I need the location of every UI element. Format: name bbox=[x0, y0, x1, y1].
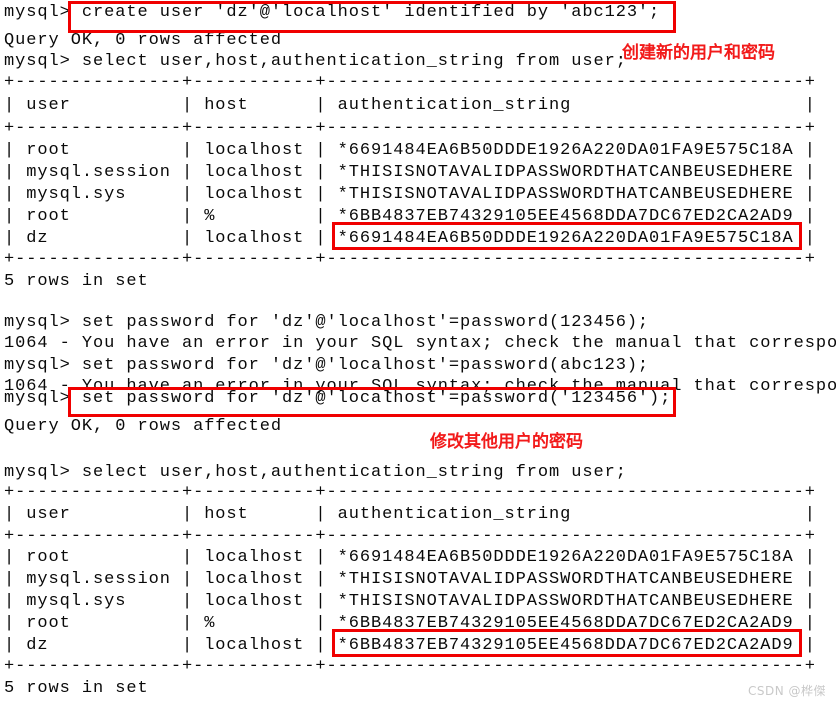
terminal-line: +---------------+-----------+-----------… bbox=[4, 73, 816, 92]
terminal-line: +---------------+-----------+-----------… bbox=[4, 250, 816, 269]
terminal-line: | user | host | authentication_string | bbox=[4, 96, 816, 115]
terminal-line: | root | % | *6BB4837EB74329105EE4568DDA… bbox=[4, 614, 816, 633]
annotation-text: 修改其他用户的密码 bbox=[430, 432, 583, 452]
terminal-line: mysql> set password for 'dz'@'localhost'… bbox=[4, 356, 650, 375]
terminal-line: +---------------+-----------+-----------… bbox=[4, 527, 816, 546]
terminal-line: | root | localhost | *6691484EA6B50DDDE1… bbox=[4, 548, 816, 567]
terminal-line: | mysql.sys | localhost | *THISISNOTAVAL… bbox=[4, 185, 816, 204]
terminal-line: 1064 - You have an error in your SQL syn… bbox=[4, 334, 836, 353]
terminal-line: Query OK, 0 rows affected bbox=[4, 31, 283, 50]
terminal-line: +---------------+-----------+-----------… bbox=[4, 657, 816, 676]
terminal-line: mysql> create user 'dz'@'localhost' iden… bbox=[4, 3, 661, 22]
terminal-line: | mysql.session | localhost | *THISISNOT… bbox=[4, 570, 816, 589]
annotation-text: 创建新的用户和密码 bbox=[622, 43, 775, 63]
terminal-line: mysql> select user,host,authentication_s… bbox=[4, 463, 627, 482]
terminal-line: Query OK, 0 rows affected bbox=[4, 417, 283, 436]
terminal-line: | dz | localhost | *6691484EA6B50DDDE192… bbox=[4, 229, 816, 248]
terminal-line: | mysql.sys | localhost | *THISISNOTAVAL… bbox=[4, 592, 816, 611]
terminal-line: | root | % | *6BB4837EB74329105EE4568DDA… bbox=[4, 207, 816, 226]
terminal-line: | root | localhost | *6691484EA6B50DDDE1… bbox=[4, 141, 816, 160]
terminal-line: 5 rows in set bbox=[4, 679, 149, 698]
terminal-line: mysql> select user,host,authentication_s… bbox=[4, 52, 627, 71]
terminal-line: mysql> set password for 'dz'@'localhost'… bbox=[4, 389, 672, 408]
terminal-line: | mysql.session | localhost | *THISISNOT… bbox=[4, 163, 816, 182]
terminal-line: +---------------+-----------+-----------… bbox=[4, 483, 816, 502]
csdn-watermark: CSDN @桦傑 bbox=[747, 684, 826, 698]
terminal-line: +---------------+-----------+-----------… bbox=[4, 119, 816, 138]
terminal-line: 5 rows in set bbox=[4, 272, 149, 291]
terminal-line: mysql> set password for 'dz'@'localhost'… bbox=[4, 313, 650, 332]
terminal-line: | user | host | authentication_string | bbox=[4, 505, 816, 524]
mysql-terminal-window: mysql> create user 'dz'@'localhost' iden… bbox=[0, 0, 836, 705]
terminal-line: | dz | localhost | *6BB4837EB74329105EE4… bbox=[4, 636, 816, 655]
